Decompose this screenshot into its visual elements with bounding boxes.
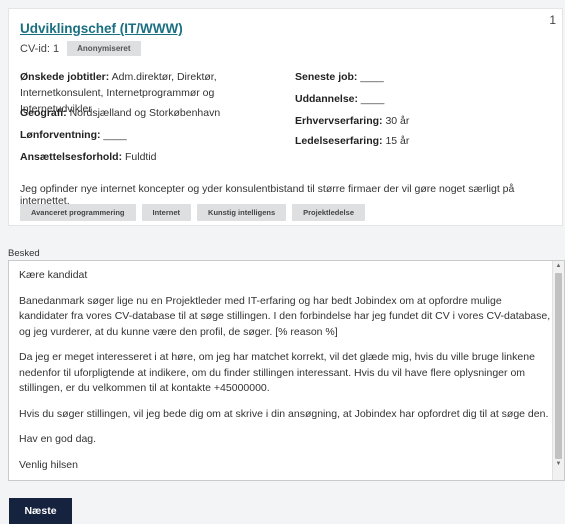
field-label: Ansættelsesforhold: (20, 151, 123, 163)
field-geography: Geografi: Nordsjælland og Storkøbenhavn (20, 105, 285, 121)
anonymized-badge: Anonymiseret (67, 41, 141, 56)
field-label: Seneste job: (295, 71, 358, 83)
field-value: ____ (357, 71, 384, 83)
skill-tags: Avanceret programmering Internet Kunstig… (20, 204, 365, 221)
message-scrollbar[interactable]: ▲ ▼ (552, 261, 564, 480)
message-content[interactable]: Kære kandidat Banedanmark søger lige nu … (19, 268, 551, 480)
field-value: 30 år (382, 115, 410, 127)
skill-tag: Internet (141, 204, 192, 221)
field-value: Fuldtid (122, 151, 157, 163)
field-label: Lønforventning: (20, 129, 101, 141)
message-paragraph: Kære kandidat (19, 269, 88, 281)
cv-id: CV-id: 1 (20, 42, 60, 55)
field-label: Ledelseserfaring: (295, 135, 383, 147)
card-number: 1 (549, 13, 556, 27)
skill-tag: Kunstig intelligens (197, 204, 287, 221)
field-value: Nordsjælland og Storkøbenhavn (66, 107, 221, 119)
field-value: ____ (100, 129, 127, 141)
field-latest-job: Seneste job: ____ (295, 69, 545, 85)
field-value: 15 år (382, 135, 410, 147)
scroll-thumb[interactable] (555, 273, 562, 459)
message-paragraph: Da jeg er meget interesseret i at høre, … (19, 351, 535, 394)
message-paragraph: Venlig hilsen (19, 458, 78, 471)
field-work-experience: Erhvervserfaring: 30 år (295, 113, 545, 129)
message-paragraph: Hav en god dag. (19, 433, 97, 445)
field-label: Ønskede jobtitler: (20, 71, 110, 83)
field-label: Erhvervserfaring: (295, 115, 383, 127)
message-paragraph: Banedanmark søger lige nu en Projektlede… (19, 294, 551, 338)
field-label: Uddannelse: (295, 93, 359, 105)
cv-row: CV-id: 1 Anonymiseret (20, 41, 141, 56)
next-button[interactable]: Næste (9, 498, 72, 524)
skill-tag: Projektledelse (292, 204, 365, 221)
field-education: Uddannelse: ____ (295, 91, 545, 107)
field-salary-expectation: Lønforventning: ____ (20, 127, 285, 143)
field-label: Geografi: (20, 107, 67, 119)
message-textarea[interactable]: Kære kandidat Banedanmark søger lige nu … (8, 260, 565, 481)
skill-tag: Avanceret programmering (20, 204, 136, 221)
job-title-link[interactable]: Udviklingschef (IT/WWW) (20, 21, 183, 36)
field-employment-type: Ansættelsesforhold: Fuldtid (20, 149, 285, 165)
scroll-up-arrow-icon[interactable]: ▲ (553, 261, 564, 272)
field-management-experience: Ledelseserfaring: 15 år (295, 133, 545, 149)
message-label: Besked (8, 248, 40, 259)
field-value: ____ (358, 93, 385, 105)
scroll-down-arrow-icon[interactable]: ▼ (553, 459, 564, 470)
message-paragraph: Hvis du søger stillingen, vil jeg bede d… (19, 407, 549, 420)
candidate-card: 1 Udviklingschef (IT/WWW) CV-id: 1 Anony… (8, 8, 563, 226)
